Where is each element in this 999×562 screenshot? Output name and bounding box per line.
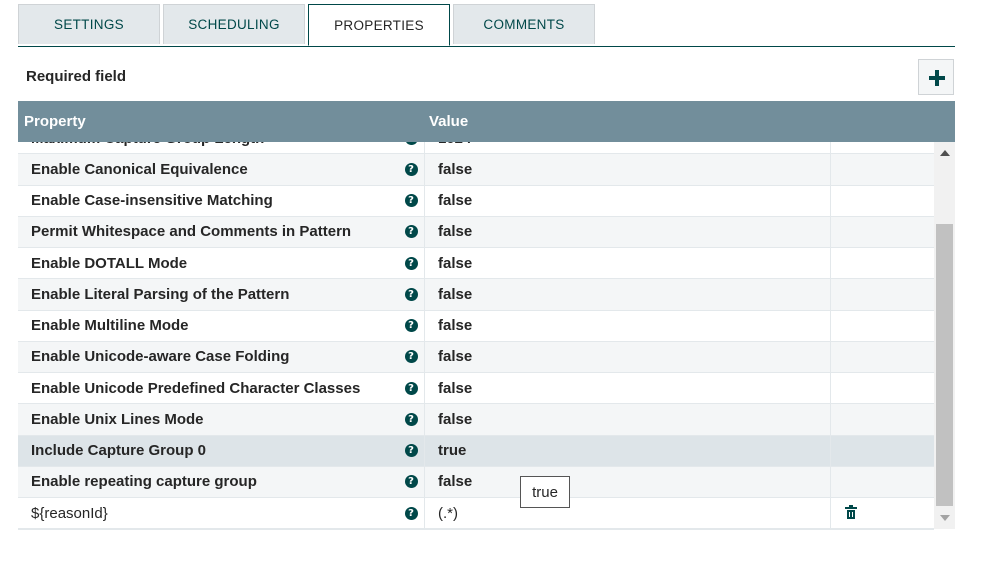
properties-dialog: SETTINGS SCHEDULING PROPERTIES COMMENTS … [0,0,999,562]
trash-icon[interactable] [845,505,857,520]
property-help[interactable]: ? [398,498,424,528]
property-actions [830,404,934,435]
properties-table: Maximum Capture Group Length?1024Enable … [18,142,934,530]
column-header-value[interactable]: Value [429,113,468,130]
property-value[interactable]: true [424,435,830,466]
property-value[interactable]: false [424,279,830,310]
scroll-up-button[interactable] [934,144,955,162]
property-actions [830,310,934,341]
property-name: Enable Case-insensitive Matching [31,192,273,210]
property-name: Enable Canonical Equivalence [31,160,248,178]
property-help[interactable]: ? [398,436,424,466]
question-circle-icon[interactable]: ? [404,287,418,301]
property-actions [830,248,934,279]
question-circle-icon[interactable]: ? [404,256,418,270]
property-actions [830,373,934,404]
property-value[interactable]: false [424,373,830,404]
property-name: Enable Multiline Mode [31,317,189,335]
property-name: Enable Unicode Predefined Character Clas… [31,379,361,397]
scroll-down-button[interactable] [934,509,955,527]
property-name: Include Capture Group 0 [31,442,207,460]
property-actions [830,142,934,154]
arrow-up-icon [939,150,950,156]
property-help[interactable]: ? [398,404,424,434]
question-circle-icon[interactable]: ? [404,381,418,395]
property-value[interactable]: (.*) [424,498,830,529]
property-actions [830,498,934,529]
property-value[interactable]: false [424,185,830,216]
question-circle-icon[interactable]: ? [404,319,418,333]
question-circle-icon[interactable]: ? [404,475,418,489]
table-row[interactable]: ${reasonId}? (.*) [18,498,934,529]
property-actions [830,435,934,466]
question-circle-icon[interactable]: ? [404,142,418,145]
tab-scheduling[interactable]: SCHEDULING [163,4,305,44]
property-name: Maximum Capture Group Length [18,142,424,153]
table-row[interactable]: Permit Whitespace and Comments in Patter… [18,216,934,248]
property-value[interactable]: 1024 [424,142,830,154]
column-header-property[interactable]: Property [24,113,86,130]
value-tooltip: true [520,476,570,508]
table-row[interactable]: Enable Case-insensitive Matching? false [18,185,934,217]
property-help[interactable]: ? [398,279,424,309]
property-actions [830,279,934,310]
table-row[interactable]: Enable Unicode Predefined Character Clas… [18,373,934,405]
property-help[interactable]: ? [398,311,424,341]
tab-settings[interactable]: SETTINGS [18,4,160,44]
property-value[interactable]: false [424,154,830,185]
table-header: Property Value [18,101,955,142]
table-row[interactable]: Enable Canonical Equivalence? false [18,154,934,186]
property-value[interactable]: false [424,216,830,247]
table-row[interactable]: Enable Unix Lines Mode? false [18,404,934,436]
question-circle-icon[interactable]: ? [404,225,418,239]
question-circle-icon[interactable]: ? [404,444,418,458]
property-actions [830,154,934,185]
table-body: Maximum Capture Group Length?1024Enable … [18,142,934,529]
question-circle-icon[interactable]: ? [404,350,418,364]
property-value[interactable]: false [424,341,830,372]
property-value[interactable]: false [424,466,830,497]
property-name: Enable DOTALL Mode [31,254,188,272]
tab-properties[interactable]: PROPERTIES [308,4,450,46]
property-value[interactable]: false [424,404,830,435]
property-help[interactable]: ? [398,217,424,247]
property-help[interactable]: ? [398,154,424,184]
property-name: Enable Literal Parsing of the Pattern [31,285,290,303]
table-row[interactable]: Include Capture Group 0? true [18,435,934,467]
property-help[interactable]: ? [398,248,424,278]
tab-bar: SETTINGS SCHEDULING PROPERTIES COMMENTS [18,4,955,47]
table-row[interactable]: Enable repeating capture group? false [18,466,934,498]
add-property-button[interactable] [918,59,954,95]
property-help[interactable]: ? [398,142,424,153]
property-name: Permit Whitespace and Comments in Patter… [31,223,352,241]
property-name: ${reasonId} [31,504,108,522]
property-actions [830,466,934,497]
property-help[interactable]: ? [398,467,424,497]
question-circle-icon[interactable]: ? [404,506,418,520]
property-help[interactable]: ? [398,373,424,403]
required-field-label: Required field [26,68,127,85]
table-row[interactable]: Enable DOTALL Mode? false [18,248,934,280]
question-circle-icon[interactable]: ? [404,162,418,176]
table-row[interactable]: Enable Multiline Mode? false [18,310,934,342]
property-name: Enable Unix Lines Mode [31,410,204,428]
arrow-down-icon [939,515,950,521]
table-row[interactable]: Maximum Capture Group Length? 1024 [18,142,934,155]
property-name: Enable Unicode-aware Case Folding [31,348,290,366]
property-value[interactable]: false [424,310,830,341]
property-name: Enable repeating capture group [31,473,257,491]
property-actions [830,216,934,247]
table-row[interactable]: Enable Literal Parsing of the Pattern? fa… [18,279,934,311]
property-help[interactable]: ? [398,342,424,372]
question-circle-icon[interactable]: ? [404,412,418,426]
vertical-scrollbar[interactable] [934,142,955,529]
scroll-thumb[interactable] [936,224,953,506]
property-help[interactable]: ? [398,186,424,216]
property-actions [830,341,934,372]
table-row[interactable]: Enable Unicode-aware Case Folding? false [18,341,934,373]
question-circle-icon[interactable]: ? [404,194,418,208]
tab-comments[interactable]: COMMENTS [453,4,595,44]
property-actions [830,185,934,216]
property-value[interactable]: false [424,248,830,279]
